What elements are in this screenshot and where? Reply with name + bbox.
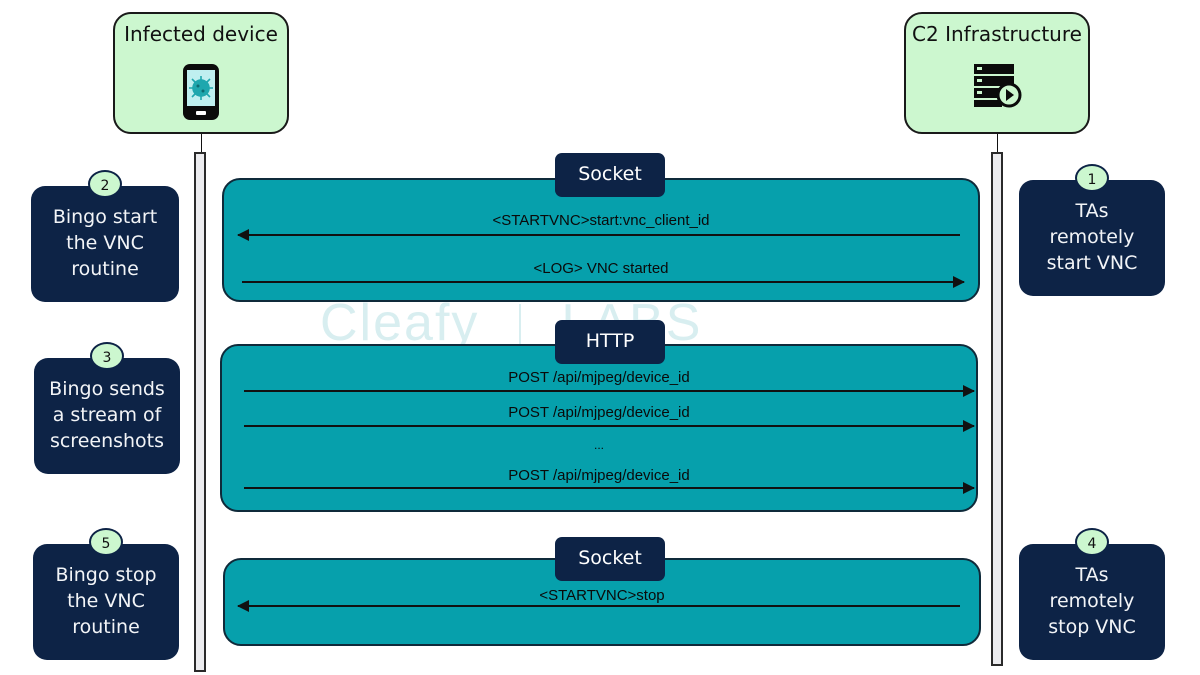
note-line: start VNC bbox=[1046, 252, 1138, 274]
lifeline-c2 bbox=[991, 152, 1003, 666]
message-label: POST /api/mjpeg/device_id bbox=[508, 369, 690, 386]
actor-c2-infrastructure: C2 Infrastructure bbox=[904, 12, 1090, 134]
note-line: screenshots bbox=[49, 430, 165, 452]
server-play-icon bbox=[972, 62, 1022, 112]
protocol-label: HTTP bbox=[555, 320, 665, 364]
note-line: the VNC bbox=[67, 590, 145, 612]
lifeline-stub-c2 bbox=[997, 134, 998, 152]
note-line: TAs bbox=[1075, 200, 1109, 222]
step-note-3: 3 Bingo sends a stream of screenshots bbox=[34, 342, 180, 474]
step-number-badge: 4 bbox=[1075, 528, 1109, 556]
arrow-device-to-c2 bbox=[244, 482, 975, 494]
message-label: POST /api/mjpeg/device_id bbox=[508, 467, 690, 484]
arrow-device-to-c2 bbox=[244, 420, 975, 432]
message-label: POST /api/mjpeg/device_id bbox=[508, 404, 690, 421]
step-number-badge: 1 bbox=[1075, 164, 1109, 192]
actor-title: C2 Infrastructure bbox=[912, 22, 1082, 46]
step-number-badge: 2 bbox=[88, 170, 122, 198]
note-line: TAs bbox=[1075, 564, 1109, 586]
step-note-2: 2 Bingo start the VNC routine bbox=[31, 170, 179, 302]
protocol-label: Socket bbox=[555, 153, 665, 197]
protocol-label: Socket bbox=[555, 537, 665, 581]
infected-phone-icon bbox=[181, 62, 221, 126]
actor-infected-device: Infected device bbox=[113, 12, 289, 134]
note-line: the VNC bbox=[66, 232, 144, 254]
step-number-badge: 5 bbox=[89, 528, 123, 556]
step-number-badge: 3 bbox=[90, 342, 124, 370]
message-label: <STARTVNC>start:vnc_client_id bbox=[492, 212, 710, 229]
note-line: Bingo stop bbox=[55, 564, 157, 586]
arrow-device-to-c2 bbox=[242, 276, 965, 288]
lifeline-device bbox=[194, 152, 206, 672]
arrow-device-to-c2 bbox=[244, 385, 975, 397]
note-line: remotely bbox=[1049, 590, 1135, 612]
note-line: Bingo start bbox=[52, 206, 158, 228]
step-note-1: 1 TAs remotely start VNC bbox=[1019, 164, 1165, 296]
actor-title: Infected device bbox=[124, 22, 278, 46]
message-label: <LOG> VNC started bbox=[533, 260, 669, 277]
note-line: stop VNC bbox=[1048, 616, 1136, 638]
arrow-c2-to-device bbox=[237, 229, 960, 241]
lifeline-stub-device bbox=[201, 134, 202, 152]
note-line: routine bbox=[71, 258, 139, 280]
message-ellipsis: ... bbox=[593, 438, 604, 452]
note-line: Bingo sends bbox=[49, 378, 165, 400]
arrow-c2-to-device bbox=[237, 600, 960, 612]
watermark-divider bbox=[519, 304, 522, 349]
note-line: remotely bbox=[1049, 226, 1135, 248]
message-label: <STARTVNC>stop bbox=[539, 587, 665, 604]
note-line: a stream of bbox=[52, 404, 162, 426]
step-note-5: 5 Bingo stop the VNC routine bbox=[33, 528, 179, 660]
step-note-4: 4 TAs remotely stop VNC bbox=[1019, 528, 1165, 660]
note-line: routine bbox=[72, 616, 140, 638]
